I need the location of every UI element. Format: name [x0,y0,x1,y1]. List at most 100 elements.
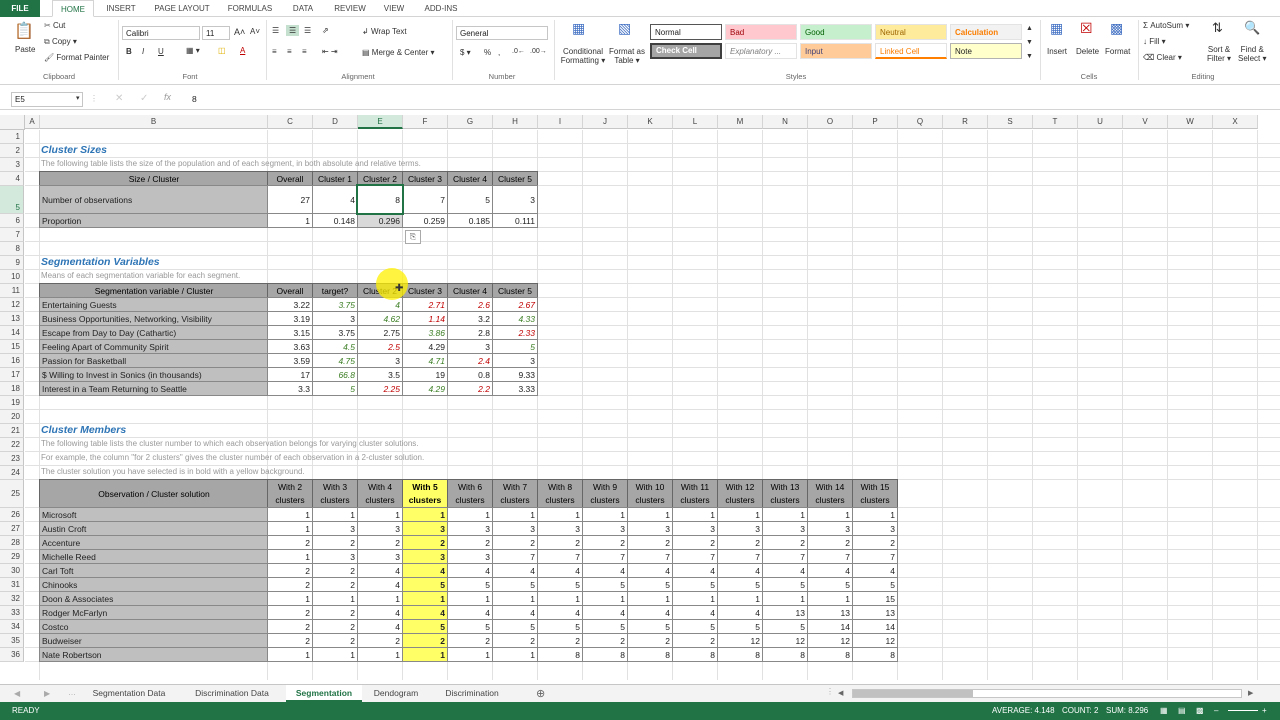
table-cell[interactable]: 5 [447,185,493,214]
bold-icon[interactable]: B [126,47,132,56]
table-cell[interactable]: 2 [267,633,313,648]
row-header[interactable]: 14 [0,326,24,340]
font-size-select[interactable]: 11 [202,26,230,40]
row-header[interactable]: 7 [0,228,24,242]
styles-scroll-down-icon[interactable]: ▼ [1026,39,1033,46]
table-cell[interactable]: 5 [717,577,763,592]
style-note[interactable]: Note [950,43,1022,59]
tab-insert[interactable]: INSERT [100,0,142,17]
table-cell[interactable]: 3 [312,311,358,326]
table-cell[interactable]: 19 [402,367,448,382]
row-header[interactable]: 1 [0,130,24,144]
column-header[interactable]: E [358,115,403,129]
style-bad[interactable]: Bad [725,24,797,40]
format-as-table-button[interactable]: Format as Table ▾ [606,47,648,65]
insert-function-icon[interactable]: fx [164,92,171,102]
style-linked-cell[interactable]: Linked Cell [875,43,947,59]
column-header[interactable]: B [40,115,268,129]
paste-options-icon[interactable]: ⎘ [405,230,421,244]
table-cell[interactable]: 1 [807,507,853,522]
table-cell[interactable]: 17 [267,367,313,382]
table-cell[interactable]: 1 [582,507,628,522]
table-cell[interactable]: 12 [762,633,808,648]
prev-sheet-icon[interactable]: ◀ [14,689,20,698]
table-cell[interactable]: 3 [447,549,493,564]
table-cell[interactable]: 1 [447,591,493,606]
section-description[interactable]: The following table lists the size of th… [39,157,539,172]
table-cell[interactable]: 4 [357,619,403,634]
table-cell[interactable]: 2 [312,619,358,634]
table-cell[interactable]: 5 [537,577,583,592]
table-cell[interactable]: 3.3 [267,381,313,396]
table-cell[interactable]: 1 [627,507,673,522]
table-cell[interactable]: 1 [717,591,763,606]
table-cell[interactable]: 8 [807,647,853,662]
table-cell[interactable]: 1 [672,507,718,522]
sort-filter-icon[interactable]: ⇅ [1212,20,1223,36]
row-header[interactable]: 20 [0,410,24,424]
column-header[interactable]: L [673,115,718,129]
table-header[interactable]: With 3 clusters [312,479,358,508]
table-cell[interactable]: 2 [627,633,673,648]
row-header[interactable]: 18 [0,382,24,396]
table-cell[interactable]: 1 [312,591,358,606]
row-label[interactable]: Rodger McFarlyn [39,605,269,620]
section-title[interactable]: Cluster Members [39,423,339,438]
table-cell[interactable]: 2.2 [447,381,493,396]
table-cell[interactable]: 5 [852,577,898,592]
table-cell[interactable]: 3.86 [402,325,448,340]
table-cell[interactable]: 4.5 [312,339,358,354]
align-right-icon[interactable]: ≡ [302,47,307,56]
font-name-select[interactable]: Calibri [122,26,200,40]
table-cell[interactable]: 8 [582,647,628,662]
table-cell[interactable]: 1 [717,507,763,522]
horizontal-scrollbar[interactable] [852,689,1242,698]
row-header[interactable]: 13 [0,312,24,326]
table-cell[interactable]: 1 [492,647,538,662]
row-header[interactable]: 32 [0,592,24,606]
row-header[interactable]: 11 [0,284,24,298]
enter-icon[interactable]: ✓ [140,93,148,104]
table-header[interactable]: With 8 clusters [537,479,583,508]
table-cell[interactable]: 3 [492,521,538,536]
sheet-tab-segmentation-data[interactable]: Segmentation Data [80,685,178,702]
table-cell[interactable]: 66.8 [312,367,358,382]
table-cell[interactable]: 5 [807,577,853,592]
column-header[interactable]: W [1168,115,1213,129]
row-header[interactable]: 23 [0,452,24,466]
table-cell[interactable]: 1 [312,647,358,662]
table-cell[interactable]: 5 [762,577,808,592]
align-center-icon[interactable]: ≡ [287,47,292,56]
column-header[interactable]: N [763,115,808,129]
table-cell[interactable]: 3.75 [312,297,358,312]
format-painter-button[interactable]: 🖌 Format Painter [44,53,109,62]
column-header[interactable]: D [313,115,358,129]
table-cell[interactable]: 2 [852,535,898,550]
table-cell[interactable]: 2 [357,535,403,550]
formula-input[interactable]: 8 [188,92,1268,107]
column-header[interactable]: P [853,115,898,129]
table-header[interactable]: With 13 clusters [762,479,808,508]
table-cell[interactable]: 5 [627,619,673,634]
table-cell[interactable]: 2 [312,605,358,620]
table-cell[interactable]: 2 [492,535,538,550]
conditional-formatting-button[interactable]: Conditional Formatting ▾ [559,47,607,65]
table-cell[interactable]: 3 [402,549,448,564]
table-header[interactable]: Segmentation variable / Cluster [39,283,269,298]
delete-cells-button[interactable]: Delete [1076,47,1099,56]
name-box-dropdown-icon[interactable]: ▾ [76,94,80,102]
row-header[interactable]: 12 [0,298,24,312]
table-cell[interactable]: 4 [582,563,628,578]
row-header[interactable]: 17 [0,368,24,382]
row-label[interactable]: Interest in a Team Returning to Seattle [39,381,269,396]
table-cell[interactable]: 4 [627,563,673,578]
table-cell[interactable]: 1 [267,521,313,536]
row-header[interactable]: 34 [0,620,24,634]
italic-icon[interactable]: I [142,47,144,56]
table-cell[interactable]: 4.75 [312,353,358,368]
table-cell[interactable]: 2 [627,535,673,550]
autosum-button[interactable]: Σ AutoSum ▾ [1143,21,1189,30]
table-cell[interactable]: 3.63 [267,339,313,354]
table-cell[interactable]: 4 [672,563,718,578]
table-cell[interactable]: 2 [267,535,313,550]
